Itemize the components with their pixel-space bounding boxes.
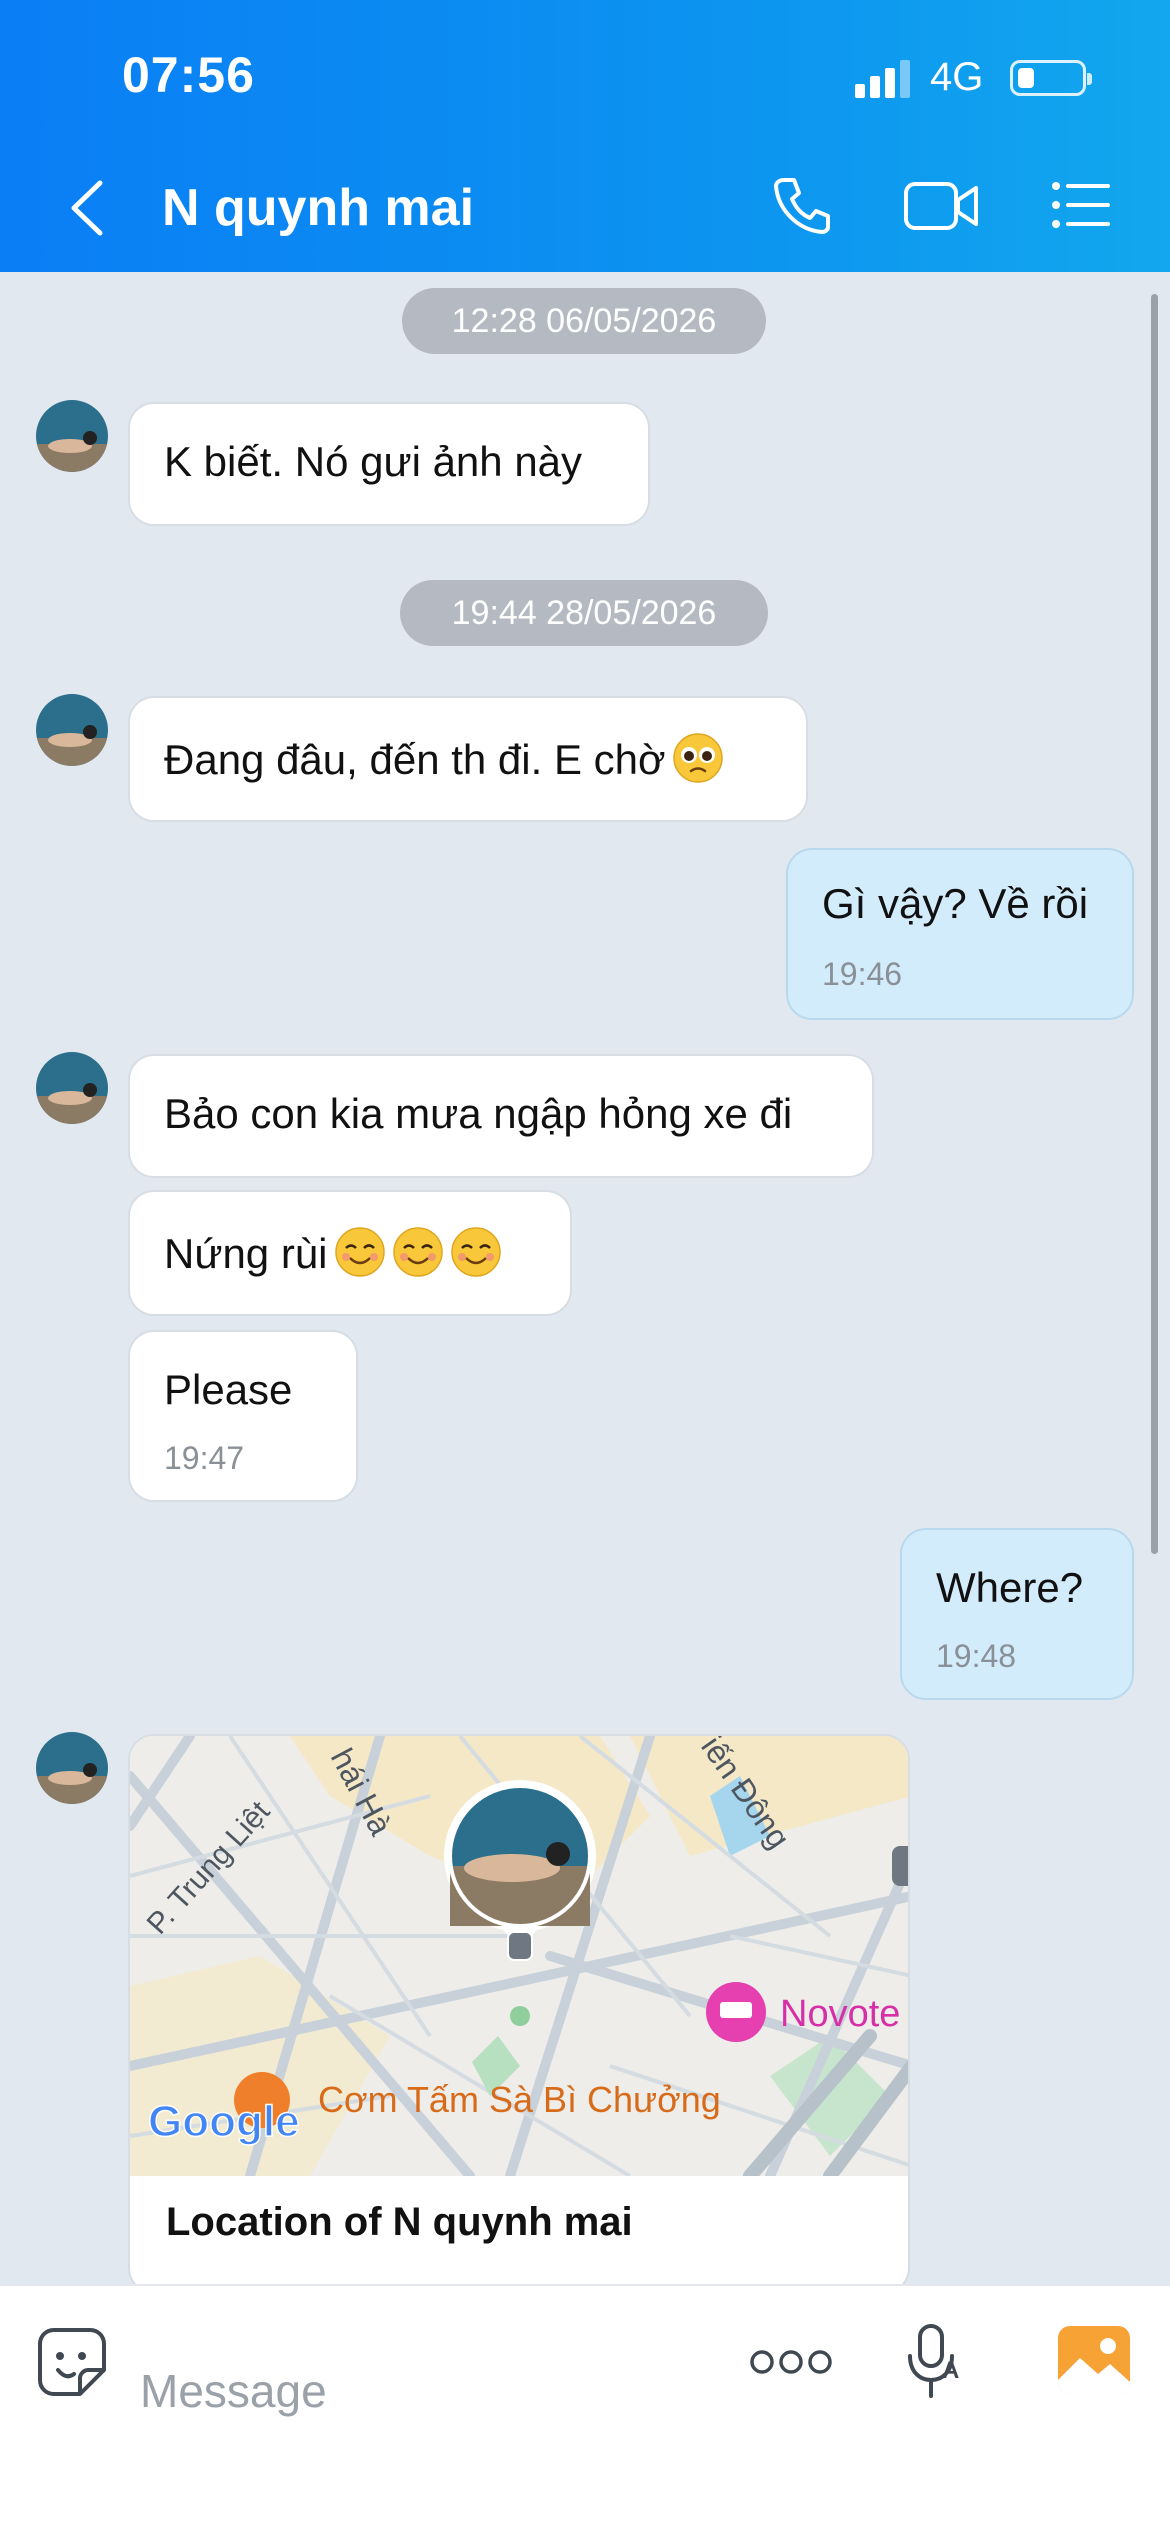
message-input[interactable]: Message [140,2364,327,2418]
message-text: Bảo con kia mưa ngập hỏng xe đi [164,1090,793,1137]
scrollbar[interactable] [1151,294,1158,1554]
google-logo: Google [148,2097,300,2146]
message-bubble[interactable]: Please 19:47 [128,1330,358,1502]
message-input-bar: Message A [0,2284,1170,2532]
avatar[interactable] [36,1052,108,1124]
menu-icon[interactable] [1048,172,1114,238]
voice-to-text-icon[interactable]: A [906,2322,970,2402]
my-message-bubble[interactable]: Gì vậy? Về rồi 19:46 [786,848,1134,1020]
date-separator: 12:28 06/05/2026 [402,288,766,354]
smiling-face-emoji [392,1227,443,1277]
message-bubble[interactable]: Đang đâu, đến th đi. E chờ [128,696,808,822]
network-type: 4G [930,55,984,99]
map-poi-label: Cơm Tấm Sà Bì Chưởng [318,2079,721,2120]
avatar[interactable] [36,1732,108,1804]
message-time: 19:48 [936,1638,1017,1674]
back-button[interactable] [58,175,118,241]
message-bubble[interactable]: Bảo con kia mưa ngập hỏng xe đi [128,1054,874,1178]
chat-header: 07:56 4G N quynh mai [0,0,1170,272]
more-icon[interactable] [748,2344,834,2380]
message-time: 19:46 [822,956,903,992]
location-card[interactable]: P. Trung Liệt hái Hà iến Đông Novote Cơm… [128,1734,910,2284]
message-list[interactable]: 12:28 06/05/2026 K biết. Nó gưi ảnh này … [0,272,1170,2284]
message-text: Đang đâu, đến th đi. E chờ [164,732,724,784]
my-message-bubble[interactable]: Where? 19:48 [900,1528,1134,1700]
image-icon[interactable] [1056,2324,1132,2400]
message-time: 19:47 [164,1440,245,1476]
message-text: Please [164,1366,293,1413]
svg-text:A: A [942,2357,959,2384]
avatar[interactable] [36,400,108,472]
status-time: 07:56 [122,47,255,103]
call-icon[interactable] [770,172,836,238]
smiling-face-emoji [450,1227,501,1277]
message-text: Nứng rùi [164,1226,502,1278]
message-text: Gì vậy? Về rồi [822,880,1089,927]
video-call-icon[interactable] [902,172,982,238]
smiling-face-emoji [334,1227,385,1277]
map-preview[interactable]: P. Trung Liệt hái Hà iến Đông Novote Cơm… [130,1736,908,2176]
message-bubble[interactable]: Nứng rùi [128,1190,572,1316]
battery-icon [1010,60,1092,96]
location-title: Location of N quynh mai [166,2200,633,2244]
date-separator: 19:44 28/05/2026 [400,580,768,646]
pleading-face-emoji [672,733,723,783]
sticker-icon[interactable] [34,2324,110,2400]
message-bubble[interactable]: K biết. Nó gưi ảnh này [128,402,650,526]
avatar[interactable] [36,694,108,766]
signal-icon [855,60,915,98]
message-text: Where? [936,1564,1084,1611]
message-text: K biết. Nó gưi ảnh này [164,438,583,485]
map-poi-label: Novote [780,1993,900,2035]
contact-name[interactable]: N quynh mai [162,178,474,238]
